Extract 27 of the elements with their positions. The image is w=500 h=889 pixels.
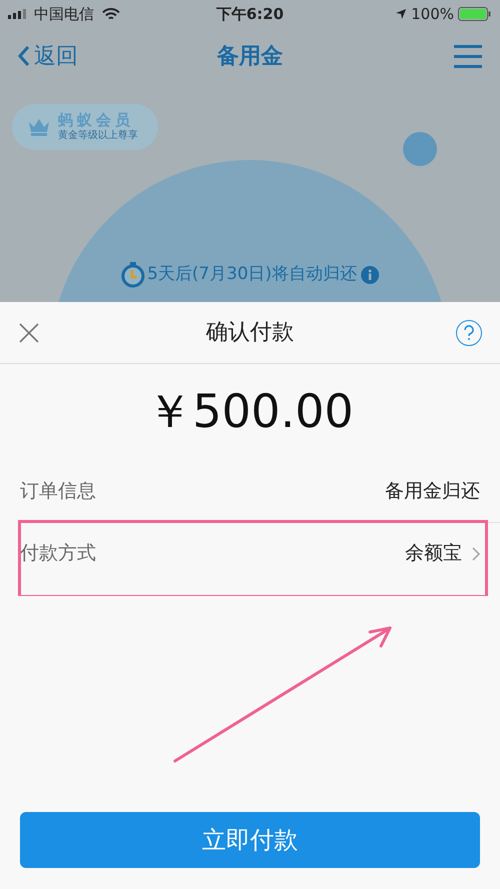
wifi-icon (102, 8, 120, 20)
chevron-right-icon (472, 546, 480, 560)
battery-icon (458, 7, 492, 21)
badge-subtitle: 黄金等级以上尊享 (58, 130, 138, 143)
pay-now-button[interactable]: 立即付款 (20, 812, 480, 868)
status-time: 下午6:20 (216, 4, 284, 25)
row-label: 订单信息 (20, 478, 96, 504)
row-label: 付款方式 (20, 541, 96, 566)
chevron-left-icon (18, 45, 30, 67)
battery-percent: 100% (411, 4, 454, 25)
page-title: 备用金 (217, 42, 283, 70)
help-icon[interactable] (456, 320, 482, 346)
back-button[interactable]: 返回 (18, 40, 78, 72)
crown-icon (28, 117, 50, 137)
info-icon[interactable] (360, 266, 379, 284)
location-arrow-icon (395, 8, 408, 20)
row-value: 备用金归还 (385, 478, 480, 504)
stopwatch-icon (121, 262, 146, 288)
sheet-title: 确认付款 (206, 319, 294, 347)
row-value: 余额宝 (405, 541, 462, 566)
due-notice: 5天后(7月30日)将自动归还 (147, 263, 357, 286)
menu-button[interactable] (454, 44, 482, 68)
carrier-name: 中国电信 (34, 4, 94, 25)
badge-title: 蚂蚁会员 (58, 111, 135, 130)
payment-amount: ￥500.00 (146, 388, 354, 434)
member-badge[interactable]: 蚂蚁会员 黄金等级以上尊享 (12, 104, 158, 150)
close-button[interactable] (18, 322, 40, 344)
